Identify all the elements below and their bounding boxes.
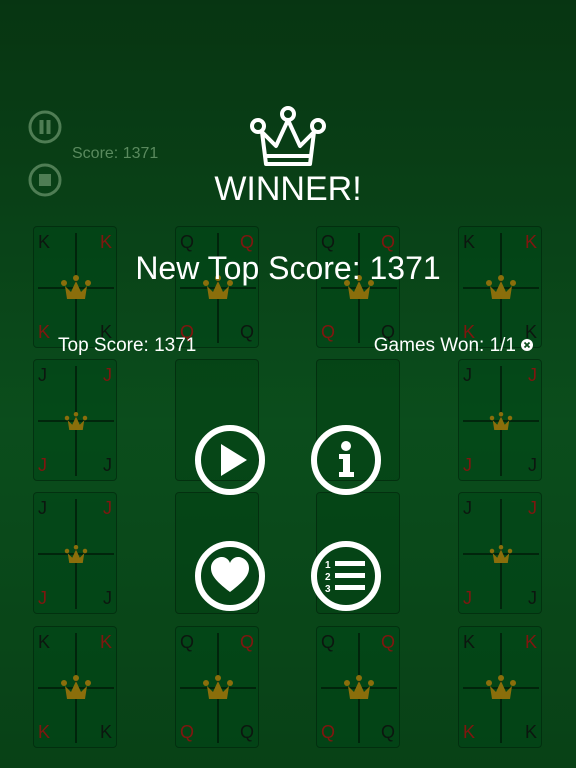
- winner-title: WINNER!: [214, 170, 362, 208]
- play-button[interactable]: [194, 424, 266, 496]
- svg-text:2: 2: [325, 572, 331, 583]
- favorite-button[interactable]: [194, 540, 266, 612]
- svg-text:3: 3: [325, 584, 331, 595]
- crown-icon: [250, 106, 326, 166]
- score-label: Score: 1371: [72, 145, 159, 162]
- new-top-score: New Top Score: 1371: [135, 250, 441, 286]
- close-icon[interactable]: [520, 338, 534, 352]
- games-won: Games Won: 1/1: [373, 335, 516, 356]
- top-score: Top Score: 1371: [58, 335, 197, 356]
- info-button[interactable]: [310, 424, 382, 496]
- pause-icon[interactable]: [28, 110, 62, 144]
- svg-text:1: 1: [325, 560, 331, 571]
- leaderboard-button[interactable]: 1 2 3: [310, 540, 382, 612]
